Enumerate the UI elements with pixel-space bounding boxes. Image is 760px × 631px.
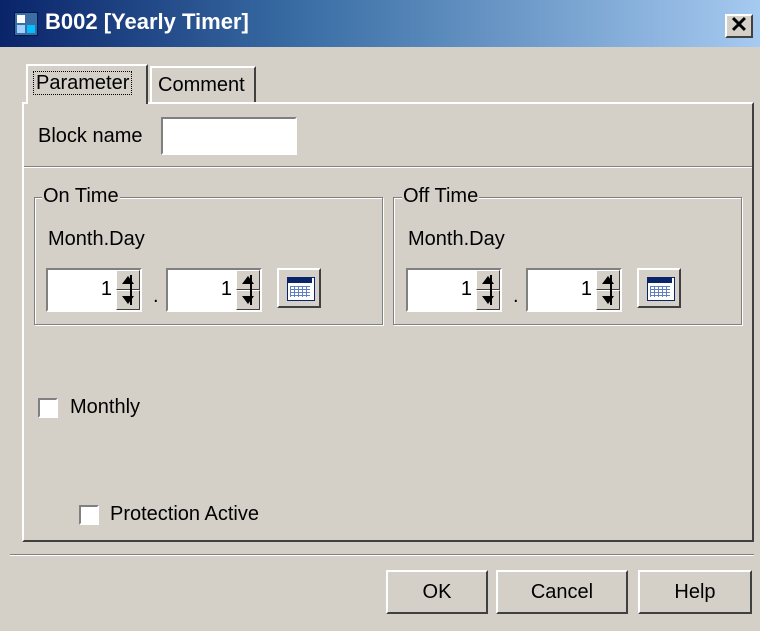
off-time-month-spinner[interactable] [476,270,500,310]
arrow-up-icon [482,276,494,284]
protection-active-checkbox[interactable] [79,505,99,525]
off-time-day-spinbox[interactable]: 1 [526,268,622,312]
calendar-icon [287,277,315,301]
close-button[interactable]: ✕ [725,14,753,38]
off-time-calendar-button[interactable] [637,268,681,308]
text-cursor [250,275,252,305]
block-name-input[interactable] [161,117,297,155]
off-time-separator: . [513,285,519,307]
on-time-day-spinbox[interactable]: 1 [166,268,262,312]
text-cursor [130,275,132,305]
text-cursor [490,275,492,305]
window-title: B002 [Yearly Timer] [45,9,249,34]
arrow-up-icon [602,276,614,284]
monthly-label: Monthly [70,396,141,418]
on-time-day-up-button[interactable] [236,270,260,290]
arrow-down-icon [242,296,254,304]
close-icon: ✕ [729,12,749,37]
on-time-month-spinbox[interactable]: 1 [46,268,142,312]
off-time-month-value: 1 [460,278,472,300]
block-name-label: Block name [38,125,143,147]
tab-parameter-label: Parameter [32,71,133,95]
off-time-month-spinbox[interactable]: 1 [406,268,502,312]
calendar-icon [647,277,675,301]
cancel-button[interactable]: Cancel [496,570,628,614]
tab-parameter[interactable]: Parameter [26,64,148,104]
monthly-checkbox[interactable] [38,398,58,418]
arrow-down-icon [122,296,134,304]
off-time-day-up-button[interactable] [596,270,620,290]
off-time-legend: Off Time [402,185,480,208]
text-cursor [610,275,612,305]
off-time-day-spinner[interactable] [596,270,620,310]
on-time-month-day-label: Month.Day [48,228,145,250]
footer-separator [10,554,754,556]
on-time-day-down-button[interactable] [236,290,260,310]
arrow-up-icon [242,276,254,284]
protection-active-label: Protection Active [110,503,259,525]
off-time-month-day-label: Month.Day [408,228,505,250]
ok-button[interactable]: OK [386,570,488,614]
arrow-down-icon [602,296,614,304]
off-time-day-value: 1 [580,278,592,300]
on-time-day-value: 1 [220,278,232,300]
help-button[interactable]: Help [638,570,752,614]
on-time-legend: On Time [42,185,120,208]
separator [24,166,752,168]
on-time-month-value: 1 [100,278,112,300]
yearly-timer-app-icon [14,12,38,36]
on-time-month-down-button[interactable] [116,290,140,310]
arrow-down-icon [482,296,494,304]
on-time-calendar-button[interactable] [277,268,321,308]
on-time-month-spinner[interactable] [116,270,140,310]
off-time-month-down-button[interactable] [476,290,500,310]
arrow-up-icon [122,276,134,284]
off-time-day-down-button[interactable] [596,290,620,310]
on-time-month-up-button[interactable] [116,270,140,290]
off-time-month-up-button[interactable] [476,270,500,290]
on-time-separator: . [153,285,159,307]
tab-comment-label: Comment [158,74,245,96]
tab-comment[interactable]: Comment [150,66,256,102]
on-time-day-spinner[interactable] [236,270,260,310]
title-bar[interactable]: B002 [Yearly Timer] ✕ [0,0,760,47]
